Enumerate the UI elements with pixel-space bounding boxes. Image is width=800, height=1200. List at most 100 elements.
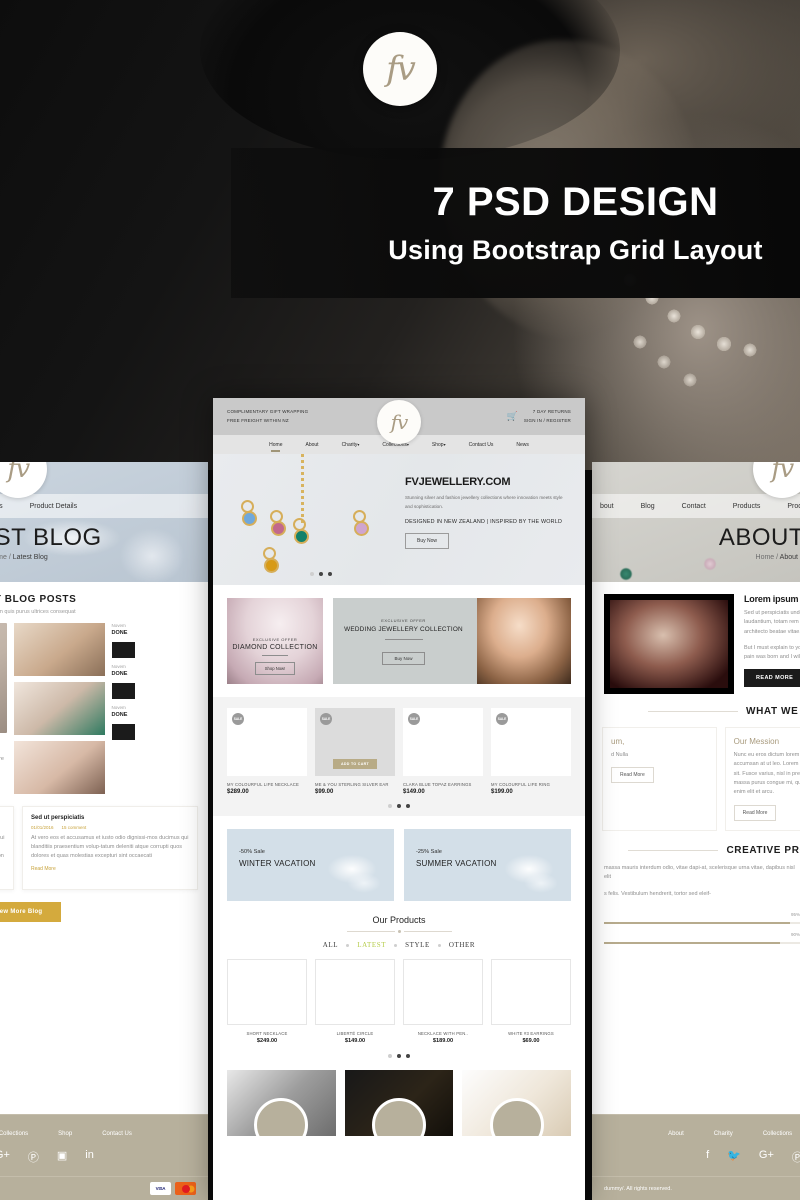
side-read-more-2[interactable] [111, 683, 136, 699]
product-card[interactable]: SALE CLARA BLUE TOPAZ EARRINGS $149.00 [403, 708, 483, 795]
nav-item-contact[interactable]: Contact [682, 503, 706, 510]
product-card[interactable]: SALE ADD TO CART ME & YOU STERLING SILVE… [315, 708, 395, 795]
nav-item-charity[interactable]: Charity▾ [342, 442, 360, 448]
blog-thumb-1[interactable] [14, 623, 105, 676]
category-card-stockists[interactable]: Stockists [462, 1070, 572, 1136]
slider-dot-1[interactable] [388, 1054, 392, 1058]
slider-dot-1[interactable] [310, 572, 314, 576]
product-card[interactable]: SALE MY COLOURFUL LIFE RING $199.00 [491, 708, 571, 795]
product-card[interactable]: NECKLACE WITH PEN.. $189.00 [403, 959, 483, 1044]
linkedin-icon[interactable]: in [85, 1149, 94, 1165]
promo-wedding-collection[interactable]: EXCLUSIVE OFFER WEDDING JEWELLERY COLLEC… [333, 598, 571, 684]
nav-item-contact-us[interactable]: Contact Us [469, 442, 494, 448]
side-read-more-1[interactable] [111, 642, 136, 658]
nav-item-about[interactable]: About [305, 442, 318, 448]
filter-all[interactable]: ALL [323, 941, 338, 949]
promo-buy-now-button[interactable]: Buy Now [382, 651, 425, 665]
pinterest-icon[interactable]: Ⓟ [28, 1149, 39, 1165]
blog-card[interactable]: Sed ut perspiciatis unde omnis. 01/01/20… [0, 805, 14, 891]
shopping-cart-icon[interactable]: 🛒 [507, 411, 518, 422]
breadcrumb-home[interactable]: Home [0, 554, 7, 561]
featured-slider-dots[interactable] [227, 804, 571, 808]
card-read-more-button[interactable]: Read More [733, 804, 777, 821]
list-item[interactable]: Novem DONE [111, 705, 199, 740]
nav-item-shop[interactable]: Shop▾ [432, 442, 446, 448]
product-card[interactable]: WHITE #3 EARRINGS $69.00 [491, 959, 571, 1044]
nav-item-product-details[interactable]: Product Details [787, 503, 800, 510]
instagram-icon[interactable]: ▣ [57, 1149, 67, 1165]
blog-card-grid: Sed ut perspiciatis unde omnis. 01/01/20… [0, 796, 208, 891]
side-post-title[interactable]: DONE [112, 671, 199, 677]
product-card[interactable]: SHORT NECKLACE $249.00 [227, 959, 307, 1044]
footer-link-contact-us[interactable]: Contact Us [102, 1131, 132, 1137]
nav-item-blog[interactable]: Blog [641, 503, 655, 510]
what-we-do-card[interactable]: um, d Nulla Read More [602, 727, 717, 831]
creative-process-section: CREATIVE PROCESS [592, 831, 800, 856]
slider-dot-2[interactable] [319, 572, 323, 576]
side-read-more-3[interactable] [111, 724, 136, 740]
blog-card[interactable]: Sed ut perspiciatis 01/01/2016 15 commen… [22, 805, 198, 891]
footer-link-about[interactable]: About [668, 1131, 684, 1137]
featured-blog-post[interactable]: er 23, 2019 - Post by admin C RUTRUM CON… [0, 623, 8, 796]
slider-dot-1[interactable] [388, 804, 392, 808]
card-title: Our Mession [733, 737, 780, 746]
footer-link-collections[interactable]: Collections [0, 1131, 28, 1137]
blog-card-title[interactable]: Sed ut perspiciatis [31, 815, 189, 821]
google-plus-icon[interactable]: G+ [759, 1149, 774, 1165]
side-post-title[interactable]: DONE [112, 630, 199, 636]
blog-thumb-2[interactable] [14, 682, 105, 735]
slider-dot-3[interactable] [406, 1054, 410, 1058]
twitter-icon[interactable]: 🐦 [727, 1149, 741, 1165]
nav-item-products[interactable]: Products [0, 503, 3, 510]
hero-slider-dots[interactable] [310, 572, 332, 576]
list-item[interactable]: Novem DONE [111, 664, 199, 699]
promo-shop-now-button[interactable]: Shop Now! [254, 662, 296, 675]
nav-item-news[interactable]: News [516, 442, 529, 448]
blog-card-title[interactable]: Sed ut perspiciatis unde omnis. [0, 815, 5, 821]
center-logo-badge[interactable]: fv [377, 400, 421, 444]
pinterest-icon[interactable]: Ⓟ [792, 1149, 800, 1165]
category-card-silver[interactable]: Silver [227, 1070, 336, 1136]
footer-link-charity[interactable]: Charity [714, 1131, 733, 1137]
brand-logo-badge: fv [363, 32, 437, 106]
filter-latest[interactable]: LATEST [357, 941, 386, 949]
filter-style[interactable]: STYLE [405, 941, 430, 949]
list-item[interactable]: Novem DONE [111, 623, 199, 658]
card-read-more-button[interactable]: Read More [611, 767, 654, 784]
category-card-fashion[interactable]: Fashion [344, 1070, 454, 1136]
sale-banner-summer[interactable]: -25% Sale SUMMER VACATION [404, 829, 571, 901]
slider-dot-3[interactable] [406, 804, 410, 808]
hero-buy-now-button[interactable]: Buy Now [405, 533, 450, 550]
nav-item-home[interactable]: Home [269, 442, 282, 452]
facebook-icon[interactable]: f [706, 1149, 709, 1165]
breadcrumb-home[interactable]: Home [756, 554, 775, 561]
google-plus-icon[interactable]: G+ [0, 1149, 10, 1165]
product-price: $149.00 [344, 1038, 366, 1044]
nav-item-about[interactable]: bout [600, 503, 614, 510]
nav-item-product-details[interactable]: Product Details [30, 503, 77, 510]
about-read-more-button[interactable]: READ MORE [744, 668, 800, 687]
blog-card-read-more[interactable]: Read More [31, 866, 189, 872]
side-post-title[interactable]: DONE [112, 712, 199, 718]
slider-dot-2[interactable] [397, 1054, 401, 1058]
slider-dot-2[interactable] [397, 804, 401, 808]
footer-link-shop[interactable]: Shop [58, 1131, 72, 1137]
view-more-blog-button[interactable]: View More Blog [0, 902, 61, 923]
our-products-section: Our Products ALL LATEST STYLE OTHER SHOR… [213, 915, 585, 1058]
promo-diamond-collection[interactable]: EXCLUSIVE OFFER DIAMOND COLLECTION Shop … [227, 598, 323, 684]
what-we-do-card[interactable]: Our Mession Nunc eu eros dictum lorem da… [724, 727, 800, 831]
featured-post-title[interactable]: C RUTRUM CONGUE LEO [0, 748, 7, 755]
footer-link-collections[interactable]: Collections [763, 1131, 792, 1137]
slider-dot-3[interactable] [328, 572, 332, 576]
sale-banner-winter[interactable]: -50% Sale WINTER VACATION [227, 829, 394, 901]
sale-badge: SALE [496, 713, 508, 725]
signin-register-link[interactable]: SIGN IN / REGISTER [524, 417, 571, 425]
product-price: $149.00 [403, 789, 425, 795]
filter-other[interactable]: OTHER [449, 941, 475, 949]
blog-thumb-3[interactable] [14, 741, 105, 794]
add-to-cart-button[interactable]: ADD TO CART [333, 759, 377, 769]
product-card[interactable]: SALE MY COLOURFUL LIFE NECKLACE $289.00 [227, 708, 307, 795]
blog-card-read-more[interactable]: Read More [0, 875, 5, 881]
nav-item-products[interactable]: Products [733, 503, 761, 510]
product-card[interactable]: LIBERTÉ CIRCLE $149.00 [315, 959, 395, 1044]
